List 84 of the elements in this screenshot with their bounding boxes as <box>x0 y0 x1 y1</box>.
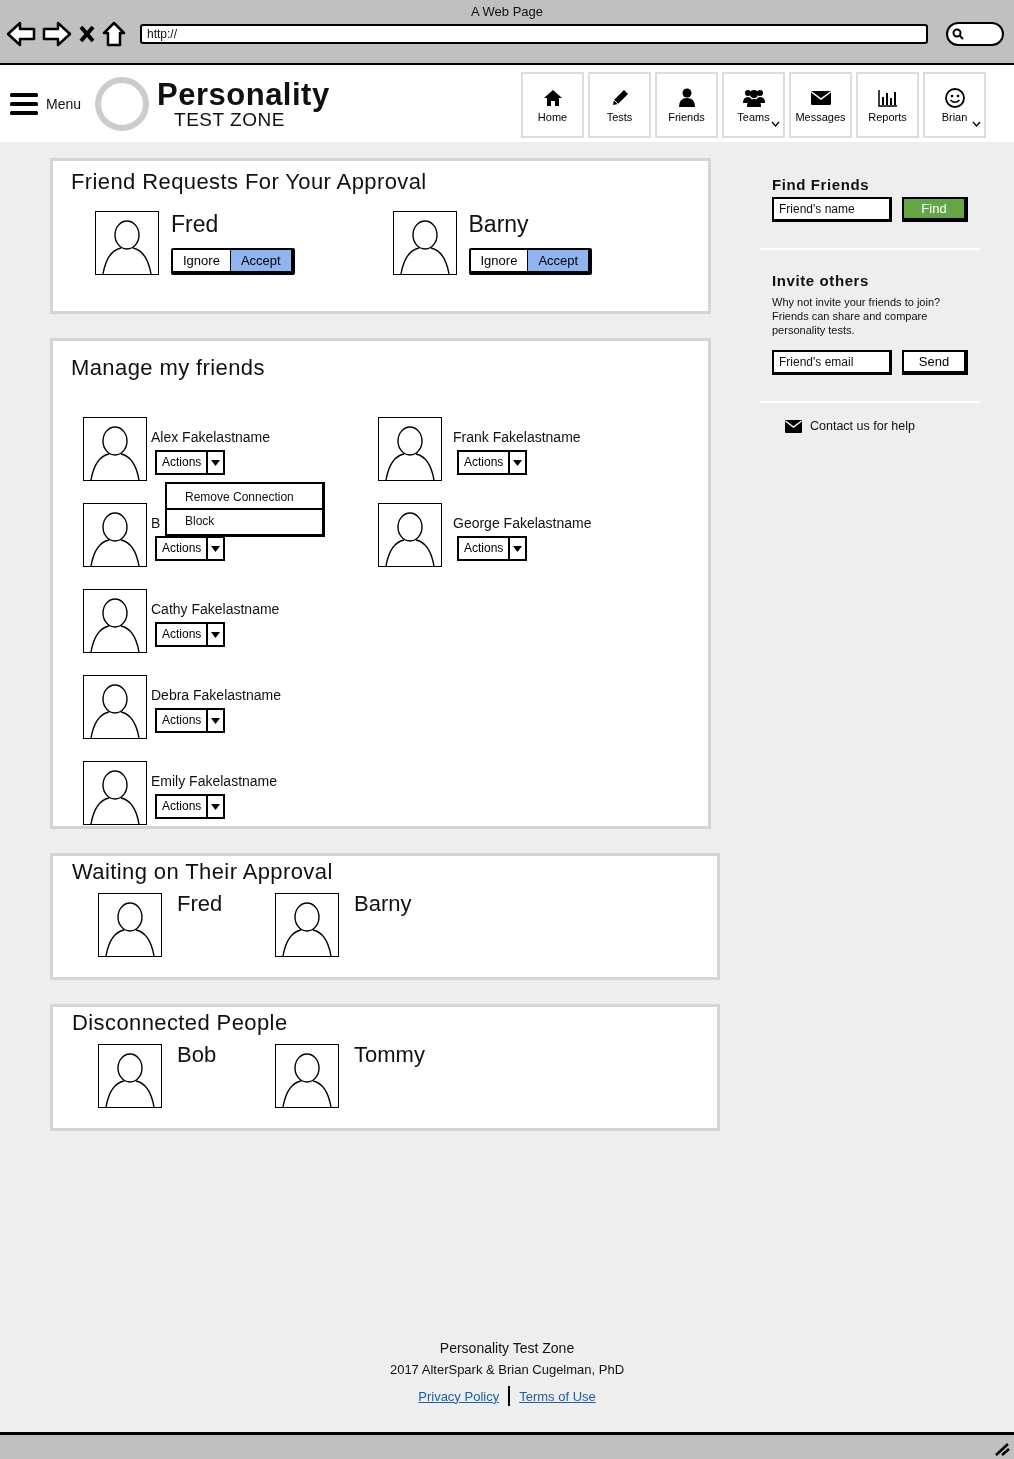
window-title: A Web Page <box>470 4 543 19</box>
panel-title: Friend Requests For Your Approval <box>71 169 428 195</box>
friend-name: Alex Fakelastname <box>151 429 271 445</box>
nav-button[interactable]: Messages <box>789 72 852 138</box>
avatar-icon <box>95 211 159 275</box>
person-name: Fred <box>171 211 220 238</box>
nav-button[interactable]: Home <box>521 72 584 138</box>
avatar-icon <box>98 1044 162 1108</box>
friend-name: Frank Fakelastname <box>453 429 581 445</box>
menu-item[interactable]: Remove Connection <box>167 486 322 508</box>
actions-dropdown[interactable]: Actions <box>155 708 226 733</box>
logo-title: Personality <box>157 78 330 110</box>
footer-title: Personality Test Zone <box>439 1340 575 1356</box>
caret-icon <box>513 459 523 466</box>
panel-title: Manage my friends <box>71 355 266 381</box>
caret-icon <box>211 631 221 638</box>
friend-name: George Fakelastname <box>453 515 592 531</box>
panel-title: Disconnected People <box>72 1010 289 1036</box>
resize-handle-icon[interactable] <box>994 1442 1010 1456</box>
nav-button[interactable]: Teams <box>722 72 785 138</box>
envelope-icon <box>785 419 802 433</box>
friend-name: B <box>151 515 161 531</box>
close-icon[interactable] <box>78 24 96 44</box>
nav-button[interactable]: Brian <box>923 72 986 138</box>
send-button[interactable]: Send <box>902 350 968 375</box>
person-name: Barny <box>354 891 412 918</box>
caret-icon <box>211 545 221 552</box>
accept-button[interactable]: Accept <box>527 250 589 271</box>
avatar-icon <box>275 893 339 957</box>
bar-chart-icon <box>876 87 899 108</box>
actions-dropdown[interactable]: Actions <box>457 450 528 475</box>
search-icon <box>952 28 964 40</box>
avatar-icon <box>392 211 457 275</box>
caret-icon <box>211 459 221 466</box>
caret-icon <box>211 803 221 810</box>
avatar-icon <box>83 761 147 825</box>
footer-link[interactable]: Terms of Use <box>519 1388 596 1404</box>
avatar-icon <box>98 893 162 957</box>
person-name: Tommy <box>354 1042 425 1069</box>
nav-button[interactable]: Reports <box>856 72 919 138</box>
menu-icon[interactable] <box>10 91 38 116</box>
logo-subtitle: TEST ZONE <box>174 109 285 129</box>
invite-text: Why not invite your friends to join? Friends can share and compare personality tests. <box>772 295 942 337</box>
accept-button[interactable]: Accept <box>229 250 291 271</box>
logo-icon <box>95 76 150 131</box>
search-field[interactable] <box>946 22 1004 46</box>
person-name: Bob <box>177 1042 217 1069</box>
actions-dropdown[interactable]: Actions <box>155 794 226 819</box>
caret-icon <box>211 717 221 724</box>
forward-icon[interactable] <box>42 21 72 47</box>
avatar-icon <box>83 675 147 739</box>
url-field[interactable]: http:// <box>140 24 928 44</box>
actions-dropdown[interactable]: Actions <box>457 536 528 561</box>
email-field[interactable]: Friend's email <box>772 350 892 375</box>
avatar-icon <box>378 417 442 481</box>
panel-title: Waiting on Their Approval <box>72 859 334 885</box>
home-icon[interactable] <box>102 21 126 47</box>
back-icon[interactable] <box>6 21 36 47</box>
smiley-icon <box>943 87 966 108</box>
avatar-icon <box>83 589 147 653</box>
avatar-icon <box>83 417 147 481</box>
avatar-icon <box>378 503 442 567</box>
group-icon <box>742 87 765 108</box>
friend-name: Emily Fakelastname <box>151 773 278 789</box>
copyright-text: 2017 AlterSpark & Brian Cugelman, PhD <box>389 1362 625 1377</box>
person-name: Barny <box>468 211 530 238</box>
section-title: Invite others <box>772 272 870 289</box>
actions-dropdown[interactable]: Actions <box>155 450 226 475</box>
section-title: Find Friends <box>772 176 871 193</box>
contact-link[interactable]: Contact us for help <box>810 419 915 433</box>
actions-dropdown[interactable]: Actions <box>155 622 226 647</box>
avatar-icon <box>275 1044 339 1108</box>
nav-button[interactable]: Tests <box>588 72 651 138</box>
avatar-icon <box>83 503 147 567</box>
friend-name: Cathy Fakelastname <box>151 601 280 617</box>
menu-item[interactable]: Block <box>167 508 322 532</box>
caret-icon <box>513 545 523 552</box>
person-name: Fred <box>177 891 223 918</box>
actions-dropdown[interactable]: Actions <box>155 536 226 561</box>
menu-label[interactable]: Menu <box>46 95 82 112</box>
name-field[interactable]: Friend's name <box>772 197 892 222</box>
friend-name: Debra Fakelastname <box>151 687 281 703</box>
nav-button[interactable]: Friends <box>655 72 718 138</box>
footer-link[interactable]: Privacy Policy <box>418 1388 500 1404</box>
